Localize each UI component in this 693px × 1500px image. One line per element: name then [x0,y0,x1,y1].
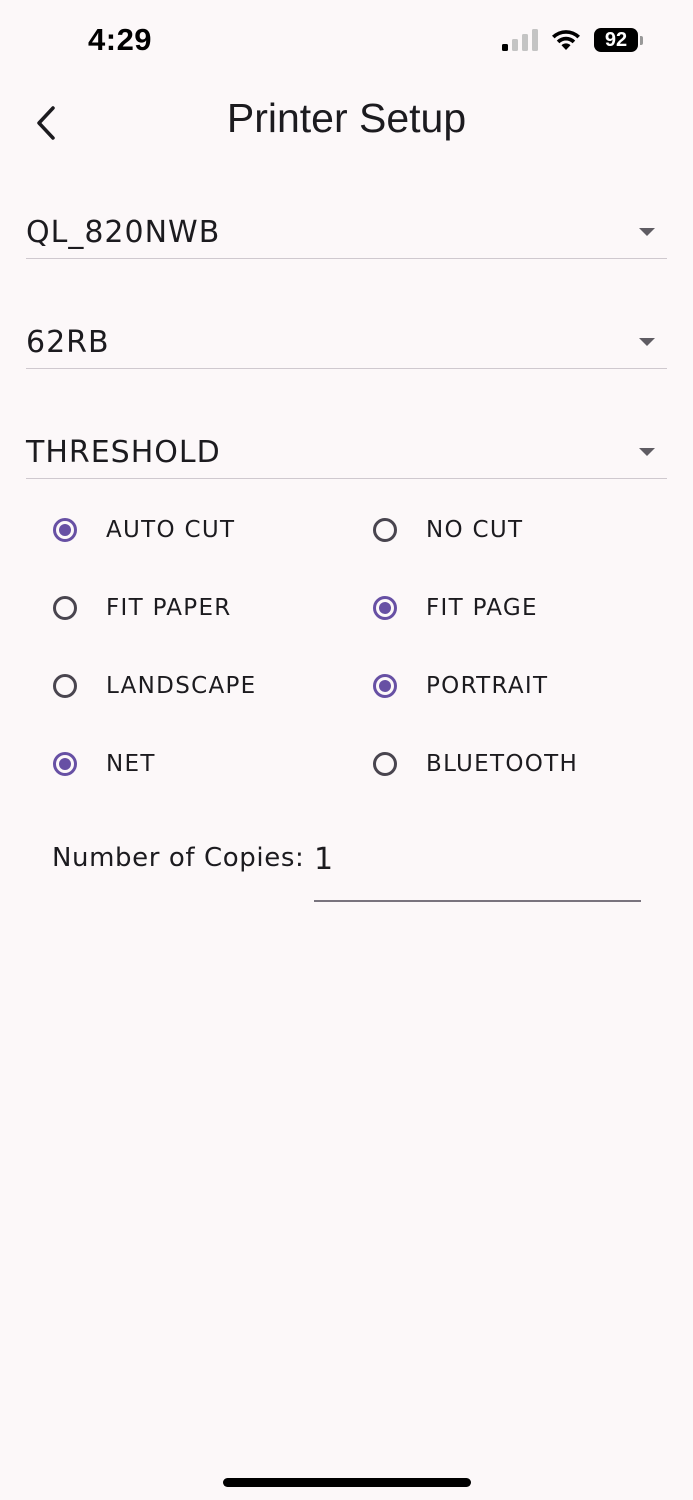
option-fit-paper[interactable]: FIT PAPER [50,588,232,628]
radio-button[interactable] [53,674,77,698]
dropdown-arrow-icon [639,338,655,346]
option-bluetooth[interactable]: BLUETOOTH [370,744,578,784]
dropdown-arrow-icon [639,448,655,456]
status-time: 4:29 [88,22,153,57]
print-mode-dropdown[interactable]: THRESHOLD [26,418,667,479]
option-landscape[interactable]: LANDSCAPE [50,666,257,706]
option-label: NET [106,751,156,777]
radio-button[interactable] [373,752,397,776]
battery-icon: 92 [594,28,643,52]
home-indicator[interactable] [223,1478,471,1487]
battery-tip [640,35,643,45]
status-icons: 92 [502,28,643,52]
print-mode-value: THRESHOLD [26,435,221,470]
option-label: PORTRAIT [426,673,549,699]
option-label: AUTO CUT [106,517,236,543]
option-label: FIT PAPER [106,595,232,621]
wifi-icon [552,30,580,50]
signal-icon [502,29,538,51]
radio-button[interactable] [53,596,77,620]
option-label: BLUETOOTH [426,751,579,777]
page-title: Printer Setup [226,95,467,141]
option-auto-cut[interactable]: AUTO CUT [50,510,235,550]
radio-button[interactable] [373,596,397,620]
radio-button[interactable] [53,752,77,776]
copies-input[interactable] [314,836,641,902]
label-size-dropdown[interactable]: 62RB [26,308,667,369]
label-size-value: 62RB [26,325,110,360]
option-label: LANDSCAPE [106,673,257,699]
radio-button[interactable] [373,518,397,542]
option-label: NO CUT [426,517,524,543]
option-portrait[interactable]: PORTRAIT [370,666,548,706]
option-fit-page[interactable]: FIT PAGE [370,588,538,628]
printer-setup-screen: 4:29 92 Printer Setup QL_820NWB 62RB THR… [0,0,693,1500]
option-label: FIT PAGE [426,595,538,621]
option-net[interactable]: NET [50,744,156,784]
radio-button[interactable] [373,674,397,698]
battery-level: 92 [594,28,638,52]
printer-model-value: QL_820NWB [26,215,221,250]
radio-button[interactable] [53,518,77,542]
dropdown-arrow-icon [639,228,655,236]
printer-model-dropdown[interactable]: QL_820NWB [26,198,667,259]
option-no-cut[interactable]: NO CUT [370,510,523,550]
copies-label: Number of Copies: [52,843,305,873]
